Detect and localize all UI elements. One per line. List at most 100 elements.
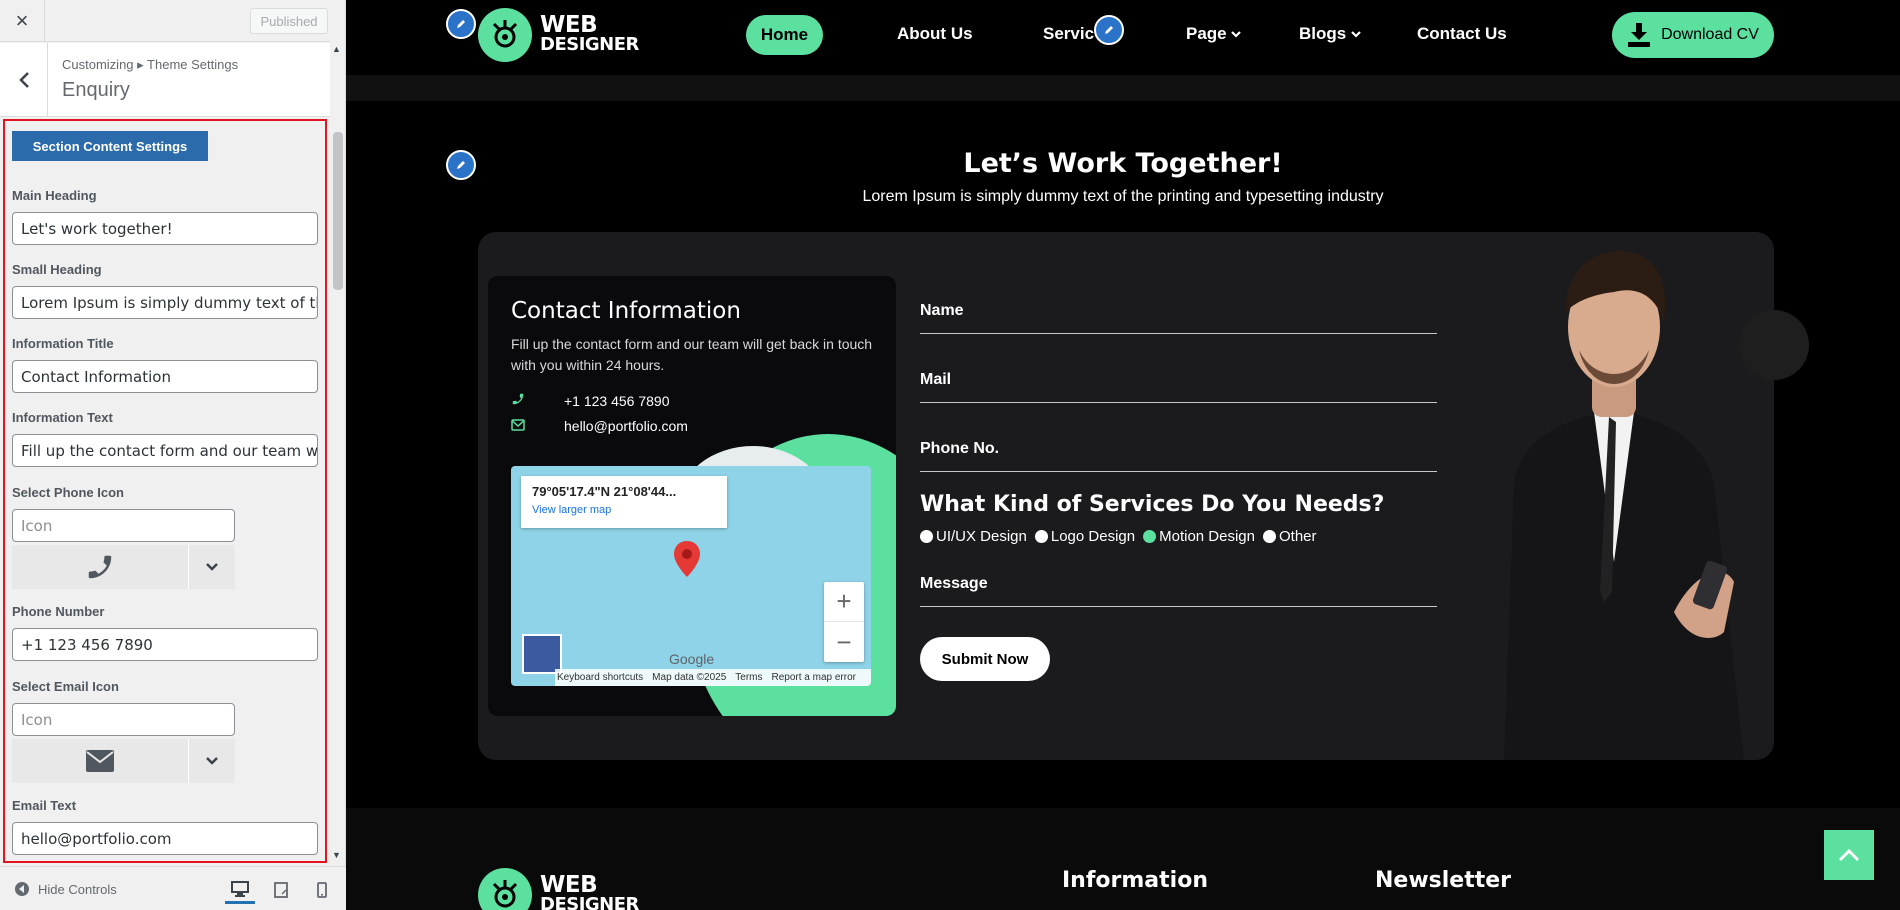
radio-dot[interactable] xyxy=(920,530,933,543)
main-heading-label: Main Heading xyxy=(12,188,97,203)
nav-page[interactable]: Page xyxy=(1186,24,1242,44)
mobile-icon[interactable] xyxy=(307,876,337,904)
header-strip xyxy=(346,75,1900,101)
eye-icon xyxy=(15,882,29,896)
radio-dot-checked[interactable] xyxy=(1143,530,1157,543)
radio-motion[interactable]: Motion Design xyxy=(1143,528,1255,545)
hide-controls-button[interactable]: Hide Controls xyxy=(14,881,117,897)
chevron-down-icon[interactable] xyxy=(189,545,235,589)
customizer-footer: Hide Controls xyxy=(0,866,346,910)
phone-number-input[interactable]: +1 123 456 7890 xyxy=(12,628,318,661)
nav-home[interactable]: Home xyxy=(746,15,823,55)
contact-phone[interactable]: +1 123 456 7890 xyxy=(564,393,670,409)
chevron-down-icon xyxy=(1351,31,1361,38)
submit-button[interactable]: Submit Now xyxy=(920,637,1050,681)
scroll-down-icon[interactable]: ▼ xyxy=(332,850,341,860)
map-pin-icon[interactable] xyxy=(673,540,701,578)
contact-phone-row: +1 123 456 7890 xyxy=(511,392,670,409)
map-keyboard-shortcuts[interactable]: Keyboard shortcuts xyxy=(557,672,643,683)
logo-line2: DESIGNER xyxy=(540,894,639,910)
nav-services[interactable]: Servic xyxy=(1043,24,1094,44)
desktop-icon[interactable] xyxy=(225,876,255,904)
envelope-icon[interactable] xyxy=(12,739,189,783)
radio-label: Other xyxy=(1279,528,1317,545)
published-button[interactable]: Published xyxy=(250,8,328,34)
google-logo: Google xyxy=(669,651,715,667)
main-heading-input[interactable]: Let's work together! xyxy=(12,212,318,245)
close-icon[interactable]: × xyxy=(0,0,45,42)
logo-badge-icon xyxy=(478,868,532,910)
footer-logo[interactable]: WEB DESIGNER xyxy=(478,868,639,910)
scrollbar-thumb[interactable] xyxy=(333,132,343,290)
map-report-error[interactable]: Report a map error xyxy=(772,672,856,683)
google-map[interactable]: 79°05'17.4"N 21°08'44... View larger map… xyxy=(511,466,871,686)
phone-underline xyxy=(920,471,1437,472)
hide-controls-label: Hide Controls xyxy=(38,881,117,897)
information-title-label: Information Title xyxy=(12,336,114,351)
small-heading-input[interactable]: Lorem Ipsum is simply dummy text of the xyxy=(12,286,318,319)
email-icon-label: Select Email Icon xyxy=(12,679,119,694)
section-heading: Let’s Work Together! xyxy=(963,148,1283,179)
contact-email[interactable]: hello@portfolio.com xyxy=(564,418,688,434)
radio-other[interactable]: Other xyxy=(1263,528,1317,545)
zoom-out-button[interactable]: − xyxy=(824,622,864,662)
phone-icon-picker[interactable] xyxy=(12,545,235,589)
view-larger-map-link[interactable]: View larger map xyxy=(532,504,716,516)
email-icon-search-input[interactable]: Icon xyxy=(12,703,235,736)
section-title: Enquiry xyxy=(62,79,130,101)
mail-field[interactable]: Mail xyxy=(920,371,951,389)
pencil-icon[interactable] xyxy=(1094,15,1124,45)
email-text-input[interactable]: hello@portfolio.com xyxy=(12,822,318,855)
email-icon-picker[interactable] xyxy=(12,739,235,783)
radio-label: Logo Design xyxy=(1050,528,1136,545)
customizer-topbar: × Published xyxy=(0,0,330,42)
information-title-input[interactable]: Contact Information xyxy=(12,360,318,393)
map-zoom-controls: + − xyxy=(824,582,864,662)
contact-info-title: Contact Information xyxy=(511,298,741,324)
zoom-in-button[interactable]: + xyxy=(824,582,864,622)
logo-text: WEB DESIGNER xyxy=(540,874,639,910)
services-radio-group: UI/UX Design Logo Design Motion Design O… xyxy=(920,528,1317,545)
radio-dot[interactable] xyxy=(1034,530,1048,543)
site-logo[interactable]: WEB DESIGNER xyxy=(478,8,639,62)
footer-information-heading: Information xyxy=(1062,868,1208,893)
map-layer-toggle[interactable] xyxy=(522,634,562,674)
logo-line1: WEB xyxy=(540,12,598,38)
person-illustration xyxy=(1504,251,1744,760)
mail-underline xyxy=(920,402,1437,403)
envelope-icon xyxy=(511,418,564,434)
nav-about[interactable]: About Us xyxy=(897,24,973,44)
map-terms[interactable]: Terms xyxy=(735,672,762,683)
customizer-sidebar: × Published Customizing ▸ Theme Settings… xyxy=(0,0,346,910)
radio-logo[interactable]: Logo Design xyxy=(1034,528,1136,545)
phone-field[interactable]: Phone No. xyxy=(920,440,999,458)
back-to-top-button[interactable] xyxy=(1824,830,1874,880)
nav-page-label: Page xyxy=(1186,24,1227,43)
phone-icon-search-input[interactable]: Icon xyxy=(12,509,235,542)
tablet-icon[interactable] xyxy=(266,876,296,904)
download-icon xyxy=(1628,23,1651,47)
phone-number-label: Phone Number xyxy=(12,604,105,619)
radio-label: Motion Design xyxy=(1159,528,1255,545)
nav-blogs[interactable]: Blogs xyxy=(1299,24,1361,44)
scroll-up-icon[interactable]: ▲ xyxy=(332,44,341,54)
back-icon[interactable] xyxy=(0,43,48,117)
nav-contact[interactable]: Contact Us xyxy=(1417,24,1507,44)
radio-uiux[interactable]: UI/UX Design xyxy=(920,528,1027,545)
footer-newsletter-heading: Newsletter xyxy=(1375,868,1512,893)
download-cv-button[interactable]: Download CV xyxy=(1612,12,1774,58)
contact-information-box: Contact Information Fill up the contact … xyxy=(488,276,896,716)
information-text-input[interactable]: Fill up the contact form and our team wi xyxy=(12,434,318,467)
chevron-down-icon[interactable] xyxy=(189,739,235,783)
phone-icon[interactable] xyxy=(12,545,189,589)
radio-dot[interactable] xyxy=(1263,530,1276,543)
main-navigation: WEB DESIGNER Home About Us Servic Page B… xyxy=(346,0,1900,75)
section-content-panel: Section Content Settings Main Heading Le… xyxy=(3,119,327,863)
site-preview: WEB DESIGNER Home About Us Servic Page B… xyxy=(346,0,1900,910)
section-content-settings-button[interactable]: Section Content Settings xyxy=(12,131,208,161)
pencil-icon[interactable] xyxy=(446,9,476,39)
small-heading-label: Small Heading xyxy=(12,262,102,277)
name-field[interactable]: Name xyxy=(920,302,964,320)
nav-blogs-label: Blogs xyxy=(1299,24,1347,43)
message-field[interactable]: Message xyxy=(920,575,988,593)
